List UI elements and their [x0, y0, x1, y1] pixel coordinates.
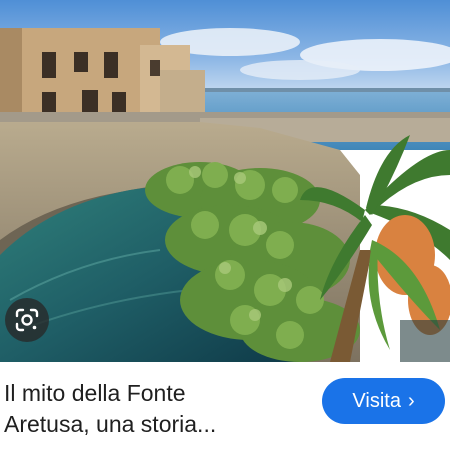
result-title[interactable]: Il mito della Fonte Aretusa, una storia.…	[4, 378, 304, 440]
google-lens-icon	[15, 308, 39, 332]
search-result-card[interactable]: Il mito della Fonte Aretusa, una storia.…	[0, 0, 450, 450]
google-lens-button[interactable]	[5, 298, 49, 342]
visit-button-label: Visita	[352, 389, 401, 412]
visit-button[interactable]: Visita ›	[322, 378, 445, 424]
result-title-line2: Aretusa, una storia...	[4, 411, 217, 437]
result-image[interactable]	[0, 0, 450, 362]
chevron-right-icon: ›	[407, 390, 415, 412]
result-title-line1: Il mito della Fonte	[4, 380, 186, 406]
